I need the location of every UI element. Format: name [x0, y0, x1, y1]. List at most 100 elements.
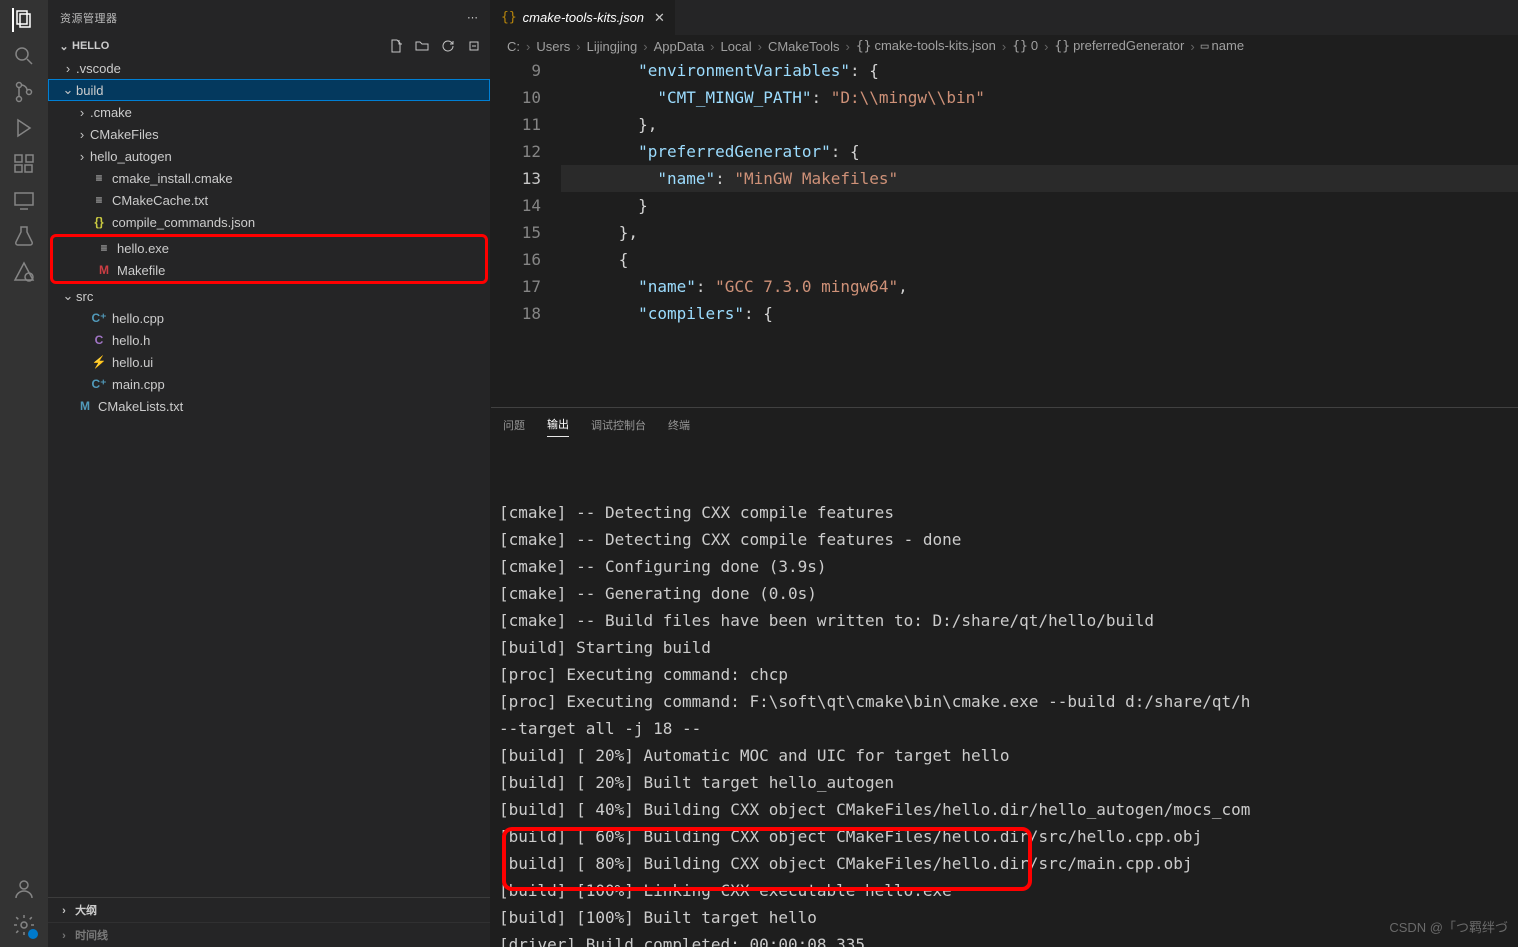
folder-item[interactable]: ›.vscode	[48, 57, 490, 79]
item-label: .cmake	[90, 105, 132, 120]
output-line: [proc] Executing command: F:\soft\qt\cma…	[499, 688, 1510, 715]
output-line: [cmake] -- Configuring done (3.9s)	[499, 553, 1510, 580]
item-label: compile_commands.json	[112, 215, 255, 230]
file-type-icon: C⁺	[90, 377, 108, 391]
chevron-down-icon: ⌄	[56, 40, 72, 53]
collapse-all-icon[interactable]	[466, 38, 482, 54]
sidebar-header: 资源管理器 ⋯	[48, 0, 490, 35]
chevron-right-icon: ›	[526, 39, 530, 54]
tab-label: cmake-tools-kits.json	[523, 10, 644, 25]
output-line: [build] Starting build	[499, 634, 1510, 661]
chevron-right-icon: ›	[643, 39, 647, 54]
folder-item[interactable]: ⌄src	[48, 285, 490, 307]
chevron-right-icon: ›	[60, 61, 76, 76]
breadcrumb-segment[interactable]: ▭name	[1201, 38, 1244, 54]
cmake-icon[interactable]	[12, 260, 36, 284]
explorer-sidebar: 资源管理器 ⋯ ⌄ HELLO ›.vscode⌄build›.cmake›CM…	[48, 0, 491, 947]
source-control-icon[interactable]	[12, 80, 36, 104]
file-item[interactable]: ≡hello.exe	[53, 237, 485, 259]
chevron-right-icon: ›	[1002, 39, 1006, 54]
file-item[interactable]: MMakefile	[53, 259, 485, 281]
output-line: --target all -j 18 --	[499, 715, 1510, 742]
file-type-icon: M	[76, 399, 94, 413]
new-file-icon[interactable]	[388, 38, 404, 54]
breadcrumb-segment[interactable]: Local	[721, 39, 752, 54]
search-icon[interactable]	[12, 44, 36, 68]
output-line: [build] [100%] Built target hello	[499, 904, 1510, 931]
breadcrumb-segment[interactable]: CMakeTools	[768, 39, 840, 54]
output-line: [cmake] -- Generating done (0.0s)	[499, 580, 1510, 607]
breadcrumb-segment[interactable]: AppData	[654, 39, 705, 54]
file-item[interactable]: ⚡hello.ui	[48, 351, 490, 373]
account-icon[interactable]	[12, 877, 36, 901]
item-label: hello.ui	[112, 355, 153, 370]
folder-item[interactable]: ›CMakeFiles	[48, 123, 490, 145]
file-type-icon: ≡	[90, 171, 108, 185]
file-item[interactable]: MCMakeLists.txt	[48, 395, 490, 417]
file-item[interactable]: ≡ cmake_install.cmake	[48, 167, 490, 189]
tab-debug-console[interactable]: 调试控制台	[591, 413, 646, 437]
run-debug-icon[interactable]	[12, 116, 36, 140]
breadcrumb-segment[interactable]: C:	[507, 39, 520, 54]
output-line: [build] [ 80%] Building CXX object CMake…	[499, 850, 1510, 877]
chevron-right-icon: ›	[74, 127, 90, 142]
tab-bar: {} cmake-tools-kits.json ✕	[491, 0, 1518, 35]
code-area[interactable]: "environmentVariables": { "CMT_MINGW_PAT…	[561, 57, 1518, 407]
folder-item[interactable]: ›.cmake	[48, 101, 490, 123]
item-label: src	[76, 289, 93, 304]
watermark: CSDN @「つ羁绊づ	[1389, 914, 1508, 941]
file-type-icon: M	[95, 263, 113, 277]
tab-output[interactable]: 输出	[547, 412, 569, 437]
tab-active[interactable]: {} cmake-tools-kits.json ✕	[491, 0, 676, 35]
item-label: hello.cpp	[112, 311, 164, 326]
highlight-annotation: ≡hello.exeMMakefile	[50, 234, 488, 284]
breadcrumbs[interactable]: C: › Users › Lijingjing › AppData › Local › CMakeT…	[491, 35, 1518, 57]
refresh-icon[interactable]	[440, 38, 456, 54]
timeline-header[interactable]: › 时间线	[48, 922, 490, 947]
activity-bar	[0, 0, 48, 947]
breadcrumb-segment[interactable]: Users	[536, 39, 570, 54]
extensions-icon[interactable]	[12, 152, 36, 176]
breadcrumb-segment[interactable]: {}preferredGenerator	[1054, 38, 1184, 54]
output-line: [driver] Build completed: 00:00:08.335	[499, 931, 1510, 947]
new-folder-icon[interactable]	[414, 38, 430, 54]
item-label: .vscode	[76, 61, 121, 76]
folder-item[interactable]: ⌄build	[48, 79, 490, 101]
output-line: [cmake] -- Detecting CXX compile feature…	[499, 526, 1510, 553]
explorer-section-header[interactable]: ⌄ HELLO	[48, 35, 490, 57]
file-item[interactable]: ≡CMakeCache.txt	[48, 189, 490, 211]
item-label: cmake_install.cmake	[112, 171, 233, 186]
json-icon: {}	[501, 10, 517, 25]
file-type-icon: ≡	[95, 241, 113, 255]
chevron-right-icon: ›	[56, 930, 72, 942]
chevron-right-icon: ›	[758, 39, 762, 54]
remote-icon[interactable]	[12, 188, 36, 212]
close-icon[interactable]: ✕	[654, 10, 665, 26]
file-item[interactable]: Chello.h	[48, 329, 490, 351]
breadcrumb-segment[interactable]: {}cmake-tools-kits.json	[856, 38, 996, 54]
editor[interactable]: 9101112131415161718 "environmentVariable…	[491, 57, 1518, 407]
file-type-icon: C⁺	[90, 311, 108, 325]
file-tree: ›.vscode⌄build›.cmake›CMakeFiles›hello_a…	[48, 57, 490, 897]
item-label: build	[76, 83, 103, 98]
outline-header[interactable]: › 大纲	[48, 897, 490, 922]
file-item[interactable]: {} compile_commands.json	[48, 211, 490, 233]
file-type-icon: C	[90, 333, 108, 347]
file-type-icon: {}	[90, 215, 108, 229]
tab-problems[interactable]: 问题	[503, 413, 525, 437]
folder-item[interactable]: ›hello_autogen	[48, 145, 490, 167]
output-content[interactable]: [cmake] -- Detecting CXX compile feature…	[491, 441, 1518, 947]
breadcrumb-segment[interactable]: Lijingjing	[587, 39, 638, 54]
settings-gear-icon[interactable]	[12, 913, 36, 937]
breadcrumb-segment[interactable]: {}0	[1012, 38, 1038, 54]
explorer-icon[interactable]	[12, 8, 36, 32]
file-item[interactable]: C⁺ hello.cpp	[48, 307, 490, 329]
file-item[interactable]: C⁺main.cpp	[48, 373, 490, 395]
tab-terminal[interactable]: 终端	[668, 413, 690, 437]
file-type-icon: ≡	[90, 193, 108, 207]
section-actions	[388, 38, 482, 54]
chevron-right-icon: ›	[845, 39, 849, 54]
output-line: [build] [ 60%] Building CXX object CMake…	[499, 823, 1510, 850]
test-icon[interactable]	[12, 224, 36, 248]
more-icon[interactable]: ⋯	[467, 11, 478, 24]
